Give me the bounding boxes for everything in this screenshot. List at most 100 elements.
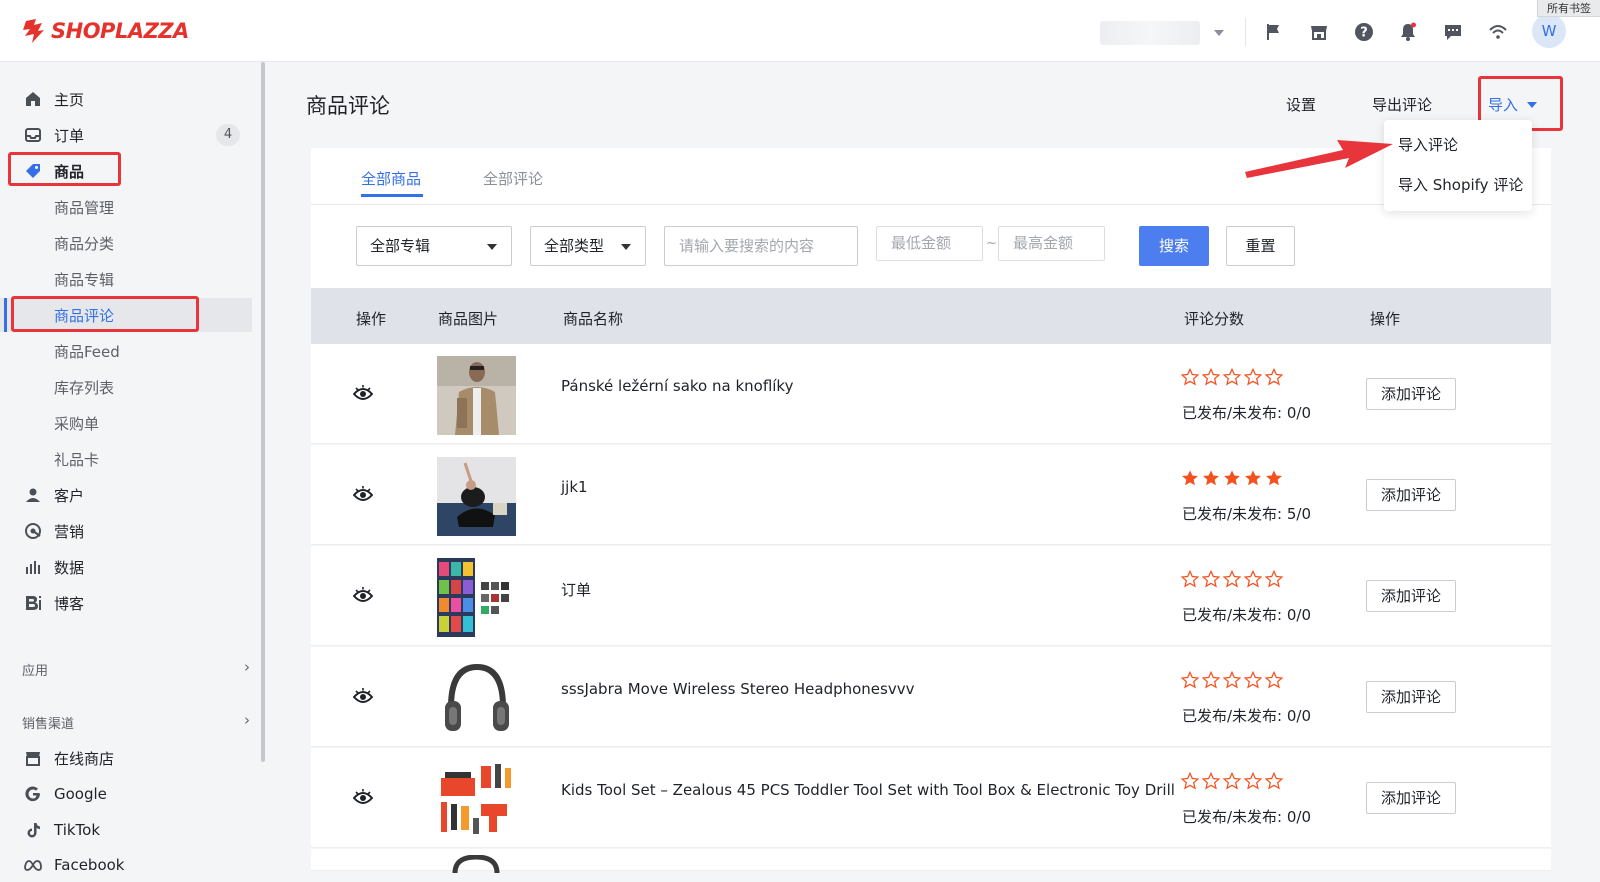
max-price-input[interactable]: 最高金额: [998, 226, 1105, 261]
wifi-icon[interactable]: [1488, 22, 1508, 42]
rating-stars: [1181, 772, 1283, 790]
sidebar-item-label: TikTok: [54, 821, 101, 839]
product-name[interactable]: sssJabra Move Wireless Stereo Headphones…: [561, 680, 914, 698]
star-empty-icon: [1265, 570, 1283, 588]
type-filter-select[interactable]: 全部类型: [530, 226, 646, 266]
import-dropdown-button[interactable]: 导入: [1488, 94, 1538, 115]
sidebar-item-google[interactable]: Google: [0, 777, 250, 811]
product-name[interactable]: jjk1: [561, 478, 588, 496]
star-empty-icon: [1202, 671, 1220, 689]
sidebar-section-channels[interactable]: 销售渠道 ›: [22, 711, 250, 732]
menu-item-import-reviews[interactable]: 导入评论: [1398, 134, 1458, 155]
publish-status: 已发布/未发布: 5/0: [1182, 505, 1312, 523]
sidebar-item-customers[interactable]: 客户: [0, 478, 250, 512]
eye-icon[interactable]: [352, 586, 374, 606]
add-review-button[interactable]: 添加评论: [1366, 681, 1456, 713]
add-review-button[interactable]: 添加评论: [1366, 782, 1456, 814]
sidebar-item-label: 营销: [54, 522, 85, 541]
product-name[interactable]: Pánské ležérní sako na knoflíky: [561, 377, 793, 395]
collection-filter-select[interactable]: 全部专辑: [356, 226, 512, 266]
sidebar-subitem-label: 采购单: [54, 415, 100, 433]
column-header-name: 商品名称: [563, 310, 624, 328]
reset-button[interactable]: 重置: [1226, 226, 1295, 266]
sidebar-item-label: 在线商店: [54, 749, 115, 768]
inbox-icon: [24, 126, 42, 144]
flag-icon[interactable]: [1264, 22, 1284, 42]
product-name[interactable]: Kids Tool Set – Zealous 45 PCS Toddler T…: [561, 781, 1175, 799]
table-row-partial: [311, 849, 1551, 873]
star-empty-icon: [1265, 772, 1283, 790]
sidebar-section-apps[interactable]: 应用 ›: [22, 658, 250, 679]
caret-down-icon: [621, 244, 631, 250]
search-input[interactable]: 请输入要搜索的内容: [664, 226, 858, 266]
star-empty-icon: [1181, 570, 1199, 588]
add-review-button[interactable]: 添加评论: [1366, 479, 1456, 511]
product-image: [437, 659, 516, 738]
star-filled-icon: [1266, 470, 1282, 486]
sidebar-subitem-product-reviews[interactable]: 商品评论: [0, 298, 252, 332]
sidebar-subitem-inventory[interactable]: 库存列表: [0, 370, 252, 404]
min-price-input[interactable]: 最低金额: [876, 226, 983, 261]
sidebar-item-blog[interactable]: 博客: [0, 586, 250, 620]
sidebar-item-label: 主页: [54, 90, 85, 109]
storefront-icon[interactable]: [1309, 22, 1329, 42]
sidebar-item-facebook[interactable]: Facebook: [0, 848, 250, 882]
star-empty-icon: [1223, 368, 1241, 386]
sidebar-item-analytics[interactable]: 数据: [0, 550, 250, 584]
sidebar-subitem-label: 商品分类: [54, 235, 115, 253]
eye-icon[interactable]: [352, 687, 374, 707]
user-avatar[interactable]: W: [1532, 14, 1566, 48]
eye-icon[interactable]: [352, 485, 374, 505]
sidebar-subitem-product-feed[interactable]: 商品Feed: [0, 334, 252, 368]
page-title: 商品评论: [306, 94, 390, 118]
svg-text:?: ?: [1360, 26, 1368, 41]
table-row: sssJabra Move Wireless Stereo Headphones…: [311, 647, 1551, 747]
eye-icon[interactable]: [352, 788, 374, 808]
table-row: 订单 已发布/未发布: 0/0 添加评论: [311, 546, 1551, 646]
sidebar-item-marketing[interactable]: 营销: [0, 514, 250, 548]
notification-bell-icon[interactable]: [1398, 22, 1418, 42]
store-selector[interactable]: [1100, 20, 1230, 46]
active-tab-underline: [361, 194, 423, 197]
bookmarks-tab[interactable]: 所有书签: [1537, 0, 1600, 17]
chat-icon[interactable]: [1443, 22, 1463, 42]
sidebar-item-products[interactable]: 商品: [0, 154, 250, 188]
search-button[interactable]: 搜索: [1139, 226, 1209, 266]
star-filled-icon: [1245, 470, 1261, 486]
price-range-separator: ~: [986, 236, 997, 251]
menu-item-import-shopify-reviews[interactable]: 导入 Shopify 评论: [1398, 174, 1523, 195]
table-row: Kids Tool Set – Zealous 45 PCS Toddler T…: [311, 748, 1551, 848]
sidebar-subitem-gift-cards[interactable]: 礼品卡: [0, 442, 252, 476]
sidebar-item-orders[interactable]: 订单 4: [0, 118, 250, 152]
sidebar-subitem-product-collections[interactable]: 商品专辑: [0, 262, 252, 296]
sidebar-subitem-purchase-orders[interactable]: 采购单: [0, 406, 252, 440]
sidebar-item-online-store[interactable]: 在线商店: [0, 741, 250, 775]
caret-down-icon: [1527, 101, 1538, 108]
export-reviews-link[interactable]: 导出评论: [1372, 94, 1432, 115]
star-empty-icon: [1181, 368, 1199, 386]
rating-stars: [1181, 368, 1283, 386]
sidebar-item-home[interactable]: 主页: [0, 82, 250, 116]
publish-status: 已发布/未发布: 0/0: [1182, 808, 1312, 826]
sidebar-item-label: 数据: [54, 558, 85, 577]
star-empty-icon: [1223, 671, 1241, 689]
settings-link[interactable]: 设置: [1286, 94, 1316, 115]
add-review-button[interactable]: 添加评论: [1366, 378, 1456, 410]
help-icon[interactable]: ?: [1354, 22, 1374, 42]
product-image: [437, 558, 516, 637]
star-empty-icon: [1265, 671, 1283, 689]
tab-all-reviews[interactable]: 全部评论: [483, 168, 543, 189]
sidebar-subitem-product-management[interactable]: 商品管理: [0, 190, 252, 224]
star-filled-icon: [1182, 470, 1198, 486]
tab-all-products[interactable]: 全部商品: [361, 168, 421, 189]
eye-icon[interactable]: [352, 384, 374, 404]
star-empty-icon: [1202, 368, 1220, 386]
product-name[interactable]: 订单: [561, 579, 591, 600]
chevron-down-icon: [1214, 30, 1224, 36]
sidebar-item-tiktok[interactable]: TikTok: [0, 813, 250, 847]
sidebar-scrollbar[interactable]: [261, 62, 265, 762]
store-icon: [24, 749, 42, 767]
sidebar-subitem-product-categories[interactable]: 商品分类: [0, 226, 252, 260]
add-review-button[interactable]: 添加评论: [1366, 580, 1456, 612]
shoplazza-logo[interactable]: SHOPLAZZA: [22, 18, 189, 44]
